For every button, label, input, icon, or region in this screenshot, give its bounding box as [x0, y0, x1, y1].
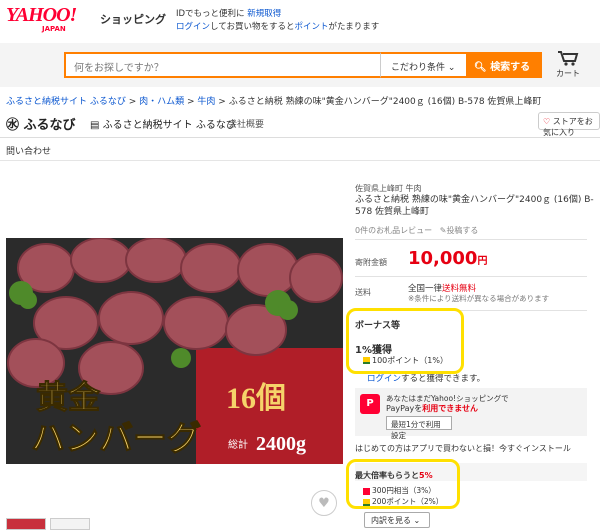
product-category: 佐賀県上峰町 牛肉	[355, 184, 422, 193]
shipping-note: ※条件により送料が異なる場合があります	[408, 294, 550, 303]
yahoo-logo-sub: JAPAN	[42, 25, 66, 33]
breadcrumb-item[interactable]: 肉・ハム類	[139, 97, 184, 107]
cart-button[interactable]: カート	[554, 50, 582, 79]
yahoo-logo[interactable]: YAHOO!	[6, 4, 77, 27]
heart-icon: ♡	[543, 117, 551, 126]
divider	[355, 276, 587, 277]
chevron-down-icon: ⌄	[413, 516, 421, 525]
store-logo[interactable]: ㊌ ふるなび	[6, 114, 76, 133]
breadcrumb-current: ふるさと納税 熟練の味"黄金ハンバーグ"2400ｇ (16個) B-578 佐賀…	[228, 97, 542, 107]
paypay-icon: P	[360, 394, 380, 414]
store-icon: ▤	[90, 120, 100, 131]
breakdown-button[interactable]: 内訳を見る ⌄	[364, 512, 430, 528]
login-link[interactable]: ログイン	[176, 22, 210, 32]
breadcrumb-item[interactable]: ふるさと納税サイト ふるなび	[6, 97, 126, 107]
hamburger-photo: 黄金 ハンバーグ 16個 総計 2400g	[6, 238, 343, 464]
divider	[0, 137, 600, 138]
image-text-main: 黄金	[36, 379, 101, 415]
contact-link[interactable]: 問い合わせ	[6, 144, 51, 157]
highlight-box	[346, 308, 464, 374]
heart-icon: ♥	[318, 496, 330, 511]
furunavi-icon: ㊌	[6, 118, 20, 133]
store-name[interactable]: ▤ ふるさと納税サイト ふるなび	[90, 116, 236, 131]
price-label: 寄附金額	[355, 258, 387, 267]
company-overview-link[interactable]: 会社概要	[228, 117, 264, 130]
svg-text:総計: 総計	[228, 438, 248, 451]
divider	[0, 160, 600, 161]
shopping-service-name[interactable]: ショッピング	[100, 11, 166, 27]
favorite-item-button[interactable]: ♥	[311, 490, 337, 516]
post-review-link[interactable]: 投稿する	[446, 226, 478, 235]
paypay-status: PayPayを利用できません	[386, 404, 478, 413]
login-promo: ログインしてお買い物をするとポイントがたまります	[176, 22, 380, 32]
search-icon: 🔍︎	[474, 62, 487, 73]
chevron-down-icon: ⌄	[447, 63, 456, 73]
breadcrumb-item[interactable]: 牛肉	[197, 97, 215, 107]
product-title: ふるさと納税 熟練の味"黄金ハンバーグ"2400ｇ (16個) B-578 佐賀…	[355, 195, 594, 217]
thumbnail[interactable]	[6, 518, 46, 530]
svg-text:16個: 16個	[226, 382, 286, 415]
review-count[interactable]: 0件のお札品レビュー	[355, 226, 432, 235]
thumbnail[interactable]	[50, 518, 90, 530]
search-button[interactable]: 🔍︎ 検索する	[466, 52, 542, 78]
shipping-label: 送料	[355, 288, 371, 297]
price: 10,000円	[408, 248, 488, 269]
highlight-box	[346, 459, 460, 509]
cart-icon	[558, 51, 579, 66]
points-link[interactable]: ポイント	[295, 22, 329, 32]
app-install-message[interactable]: はじめての方はアプリで買わないと損！今すぐインストール	[355, 443, 571, 454]
svg-text:ハンバーグ: ハンバーグ	[31, 420, 201, 458]
favorite-store-button[interactable]: ♡ ストアをお気に入り	[538, 112, 600, 137]
breadcrumb: ふるさと納税サイト ふるなび > 肉・ハム類 > 牛肉 > ふるさと納税 熟練の…	[6, 97, 542, 107]
svg-text:2400g: 2400g	[256, 433, 306, 455]
product-image[interactable]: 黄金 ハンバーグ 16個 総計 2400g	[6, 238, 343, 464]
review-summary: 0件のお札品レビュー ✎投稿する	[355, 225, 478, 236]
condition-dropdown[interactable]: こだわり条件 ⌄	[380, 52, 468, 78]
signup-link[interactable]: 新規取得	[247, 9, 281, 19]
id-promo: IDでもっと便利に 新規取得	[176, 9, 282, 19]
bonus-login-link[interactable]: ログイン	[367, 374, 401, 384]
search-input[interactable]: 何をお探しですか？	[64, 52, 382, 78]
divider	[355, 239, 587, 240]
paypay-setup-button[interactable]: 最短1分で利用設定	[386, 416, 452, 440]
